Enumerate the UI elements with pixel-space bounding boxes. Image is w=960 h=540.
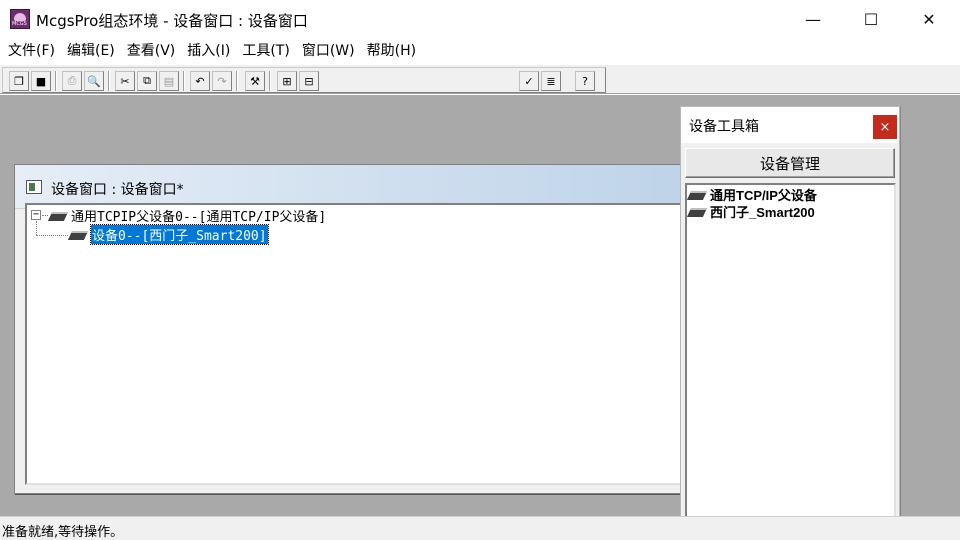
device-chip-icon (69, 230, 87, 239)
toolbar-separator (183, 71, 185, 91)
toolbar: ❐ ■ ⎙ 🔍 ✂ ⧉ ▤ ↶ ↷ ⚒ ⊞ ⊟ ✓ ≣ ? (0, 64, 960, 94)
device-window-title: 设备窗口 : 设备窗口* (51, 182, 184, 198)
status-bar: 准备就绪,等待操作。 (0, 516, 960, 540)
toolbar-separator (108, 71, 110, 91)
new-window-icon[interactable]: ❐ (9, 71, 29, 91)
save-icon[interactable]: ■ (31, 71, 51, 91)
mcgs-app-icon (10, 9, 30, 29)
tools-icon[interactable]: ⚒ (245, 71, 265, 91)
toolbox-item-label: 西门子_Smart200 (710, 205, 815, 220)
menu-view[interactable]: 查看(V) (121, 38, 182, 64)
device-chip-icon (688, 207, 706, 216)
tree-item-label: 通用TCPIP父设备0--[通用TCP/IP父设备] (71, 209, 327, 225)
device-tree-icon[interactable]: ⊞ (277, 71, 297, 91)
toolbox-close-button[interactable]: × (873, 115, 897, 139)
toolbox-item[interactable]: 西门子_Smart200 (688, 203, 815, 220)
toolbar-separator (269, 71, 271, 91)
device-tree: − 通用TCPIP父设备0--[通用TCP/IP父设备] 设备0--[西门子_S… (25, 203, 693, 485)
close-button[interactable]: ✕ (900, 0, 958, 38)
help-icon[interactable]: ? (575, 71, 595, 91)
menu-edit[interactable]: 编辑(E) (61, 38, 121, 64)
paste-icon[interactable]: ▤ (159, 71, 179, 91)
tree-collapse-toggle[interactable]: − (31, 210, 41, 220)
print-preview-icon[interactable]: 🔍 (84, 71, 104, 91)
list-icon[interactable]: ≣ (541, 71, 561, 91)
menu-tools[interactable]: 工具(T) (236, 38, 295, 64)
menu-bar: 文件(F) 编辑(E) 查看(V) 插入(I) 工具(T) 窗口(W) 帮助(H… (0, 38, 960, 64)
cut-icon[interactable]: ✂ (115, 71, 135, 91)
tree-item-label-selected: 设备0--[西门子_Smart200] (90, 223, 269, 245)
title-bar: McgsPro组态环境 - 设备窗口 : 设备窗口 — ☐ ✕ (0, 0, 960, 38)
toolbar-separator (55, 71, 57, 91)
tree-item-parent-device[interactable]: 通用TCPIP父设备0--[通用TCP/IP父设备] (49, 206, 327, 225)
window-title: McgsPro组态环境 - 设备窗口 : 设备窗口 (36, 12, 308, 30)
minimize-button[interactable]: — (784, 0, 842, 38)
copy-icon[interactable]: ⧉ (137, 71, 157, 91)
redo-icon[interactable]: ↷ (212, 71, 232, 91)
tree-item-child-device[interactable]: 设备0--[西门子_Smart200] (69, 223, 269, 245)
tree-connector (36, 235, 68, 236)
maximize-button[interactable]: ☐ (842, 0, 900, 38)
device-toolbox: 设备工具箱 × 设备管理 通用TCP/IP父设备 西门子_Smart200 (680, 106, 900, 540)
menu-file[interactable]: 文件(F) (2, 38, 61, 64)
device-chip-icon (688, 190, 706, 199)
device-chip-icon (49, 211, 67, 220)
print-icon[interactable]: ⎙ (62, 71, 82, 91)
device-manage-button[interactable]: 设备管理 (685, 148, 895, 178)
toolbar-separator (236, 71, 238, 91)
status-text: 准备就绪,等待操作。 (2, 525, 124, 540)
tree-connector (36, 221, 37, 235)
toolbox-device-list: 通用TCP/IP父设备 西门子_Smart200 (685, 183, 896, 540)
device-window-icon (26, 180, 42, 194)
toolbox-title: 设备工具箱 (689, 119, 759, 135)
toolbox-item[interactable]: 通用TCP/IP父设备 (688, 186, 817, 203)
menu-insert[interactable]: 插入(I) (181, 38, 236, 64)
toolbar-band: ❐ ■ ⎙ 🔍 ✂ ⧉ ▤ ↶ ↷ ⚒ ⊞ ⊟ ✓ ≣ ? (2, 67, 606, 93)
undo-icon[interactable]: ↶ (190, 71, 210, 91)
device-window: 设备窗口 : 设备窗口* − 通用TCPIP父设备0--[通用TCP/IP父设备… (14, 164, 714, 494)
check-icon[interactable]: ✓ (519, 71, 539, 91)
menu-window[interactable]: 窗口(W) (296, 38, 361, 64)
tree-connector (42, 215, 48, 216)
device-config-icon[interactable]: ⊟ (299, 71, 319, 91)
toolbox-titlebar[interactable]: 设备工具箱 × (681, 107, 899, 143)
menu-help[interactable]: 帮助(H) (361, 38, 422, 64)
